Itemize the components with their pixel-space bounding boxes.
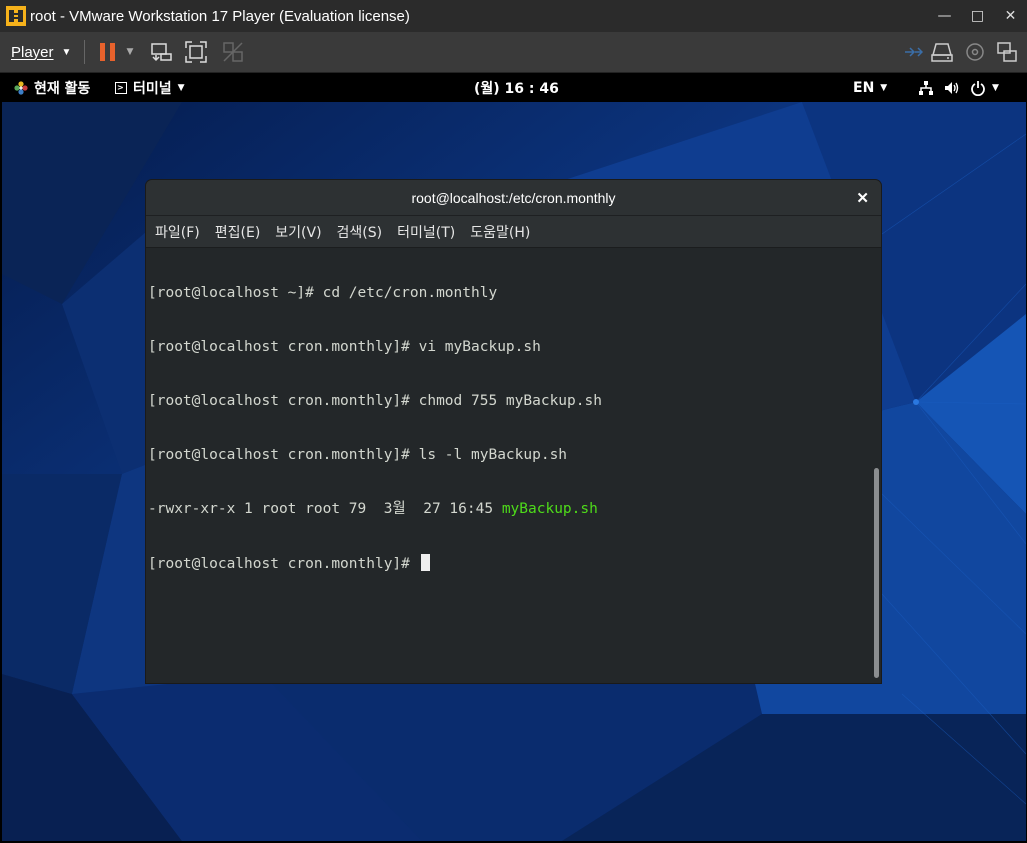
volume-icon bbox=[945, 82, 959, 94]
text-cursor bbox=[420, 554, 430, 571]
close-window-icon[interactable]: ✕ bbox=[994, 0, 1027, 32]
terminal-output[interactable]: [root@localhost ~]# cd /etc/cron.monthly… bbox=[146, 248, 870, 683]
pause-vm-button[interactable] bbox=[94, 39, 122, 65]
terminal-menubar: 파일(F) 편집(E) 보기(V) 검색(S) 터미널(T) 도움말(H) bbox=[146, 216, 881, 248]
network-arrow-icon[interactable] bbox=[900, 39, 926, 65]
player-menu-label: Player bbox=[11, 43, 54, 61]
terminal-line: [root@localhost cron.monthly]# chmod 755… bbox=[148, 393, 602, 409]
unity-mode-button[interactable] bbox=[220, 39, 246, 65]
toolbar-divider bbox=[84, 40, 85, 64]
ls-output-filename: myBackup.sh bbox=[501, 501, 598, 517]
terminal-app-icon: > bbox=[115, 82, 127, 94]
power-icon bbox=[971, 81, 985, 96]
terminal-line: [root@localhost cron.monthly]# ls -l myB… bbox=[148, 447, 568, 463]
ls-output-text: -rwxr-xr-x 1 root root 79 3월 27 16:45 bbox=[148, 501, 502, 517]
pause-dropdown-icon[interactable]: ▼ bbox=[122, 39, 138, 65]
vmware-logo-icon bbox=[6, 6, 26, 26]
send-ctrl-alt-del-button[interactable] bbox=[148, 39, 174, 65]
gnome-top-bar: 현재 활동 > 터미널 ▼ (월) 16 : 46 EN ▼ ▼ bbox=[2, 74, 1026, 102]
app-menu-button[interactable]: > 터미널 ▼ bbox=[115, 74, 185, 102]
player-menu-button[interactable]: Player ▼ bbox=[5, 37, 77, 67]
network-wired-icon bbox=[919, 81, 933, 95]
guest-desktop: 현재 활동 > 터미널 ▼ (월) 16 : 46 EN ▼ ▼ root@lo… bbox=[2, 74, 1026, 841]
cd-dvd-icon[interactable] bbox=[962, 39, 988, 65]
terminal-line: [root@localhost ~]# cd /etc/cron.monthly bbox=[148, 285, 498, 301]
unity-icon bbox=[223, 42, 243, 62]
clock-label: (월) 16 : 46 bbox=[474, 81, 559, 97]
terminal-line: [root@localhost cron.monthly]# vi myBack… bbox=[148, 339, 541, 355]
menu-view[interactable]: 보기(V) bbox=[275, 222, 321, 242]
app-menu-label: 터미널 bbox=[133, 81, 172, 97]
full-screen-button[interactable] bbox=[183, 39, 209, 65]
system-menu-button[interactable]: ▼ bbox=[918, 74, 999, 102]
chevron-down-icon: ▼ bbox=[992, 83, 999, 93]
terminal-prompt-line: [root@localhost cron.monthly]# bbox=[148, 554, 870, 572]
pause-icon bbox=[100, 43, 115, 61]
menu-terminal[interactable]: 터미널(T) bbox=[397, 222, 455, 242]
menu-file[interactable]: 파일(F) bbox=[155, 222, 200, 242]
chevron-down-icon: ▼ bbox=[61, 46, 72, 58]
hard-disk-icon[interactable] bbox=[929, 39, 955, 65]
ls-output-line: -rwxr-xr-x 1 root root 79 3월 27 16:45 my… bbox=[148, 500, 870, 518]
chevron-down-icon: ▼ bbox=[880, 83, 888, 93]
input-language-button[interactable]: EN ▼ bbox=[853, 74, 887, 102]
terminal-titlebar[interactable]: root@localhost:/etc/cron.monthly ✕ bbox=[146, 180, 881, 216]
fullscreen-icon bbox=[185, 41, 207, 63]
terminal-title: root@localhost:/etc/cron.monthly bbox=[411, 189, 616, 206]
menu-search[interactable]: 검색(S) bbox=[337, 222, 383, 242]
activities-button[interactable]: 현재 활동 bbox=[14, 74, 90, 102]
prompt-text: [root@localhost cron.monthly]# bbox=[148, 556, 419, 572]
language-label: EN bbox=[853, 80, 875, 96]
clock[interactable]: (월) 16 : 46 bbox=[474, 74, 559, 102]
close-icon[interactable]: ✕ bbox=[856, 180, 869, 215]
vmware-toolbar: Player ▼ ▼ bbox=[0, 32, 1027, 73]
fedora-flower-icon bbox=[14, 81, 28, 95]
menu-help[interactable]: 도움말(H) bbox=[470, 222, 530, 242]
terminal-window[interactable]: root@localhost:/etc/cron.monthly ✕ 파일(F)… bbox=[146, 180, 881, 683]
window-title: root - VMware Workstation 17 Player (Eva… bbox=[30, 7, 410, 25]
ctrl-alt-del-icon bbox=[151, 43, 172, 62]
vmware-titlebar: root - VMware Workstation 17 Player (Eva… bbox=[0, 0, 1027, 32]
menu-edit[interactable]: 편집(E) bbox=[215, 222, 261, 242]
minimize-icon[interactable]: — bbox=[928, 0, 961, 32]
activities-label: 현재 활동 bbox=[34, 81, 91, 97]
chevron-down-icon: ▼ bbox=[177, 83, 185, 93]
maximize-icon[interactable]: □ bbox=[961, 0, 994, 32]
terminal-scrollbar[interactable] bbox=[874, 468, 879, 678]
message-log-icon[interactable] bbox=[994, 39, 1020, 65]
